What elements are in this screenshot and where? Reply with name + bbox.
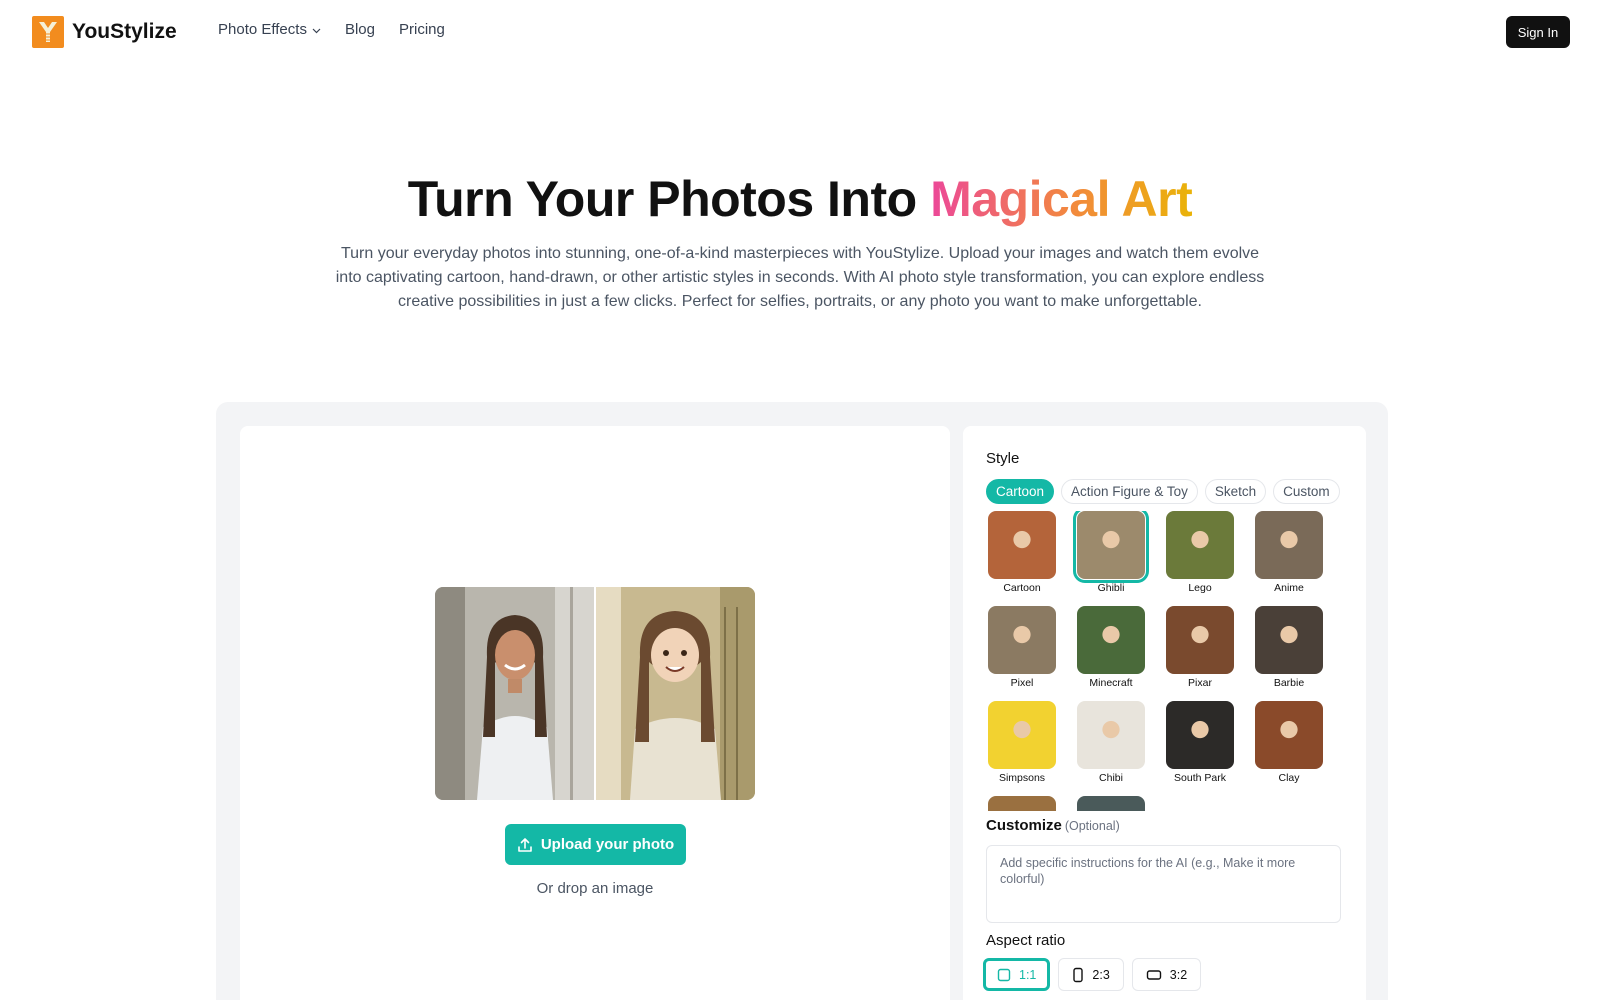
style-thumbnail [1166,701,1234,769]
style-option-cartoon[interactable]: Cartoon [986,511,1058,594]
nav-photo-effects-label: Photo Effects [218,21,307,38]
example-preview-image [435,587,755,800]
style-thumbnail [988,606,1056,674]
hero-title-accent: Magical Art [930,171,1193,227]
square-icon [997,968,1011,981]
style-label: Style [986,450,1020,467]
style-thumbnail [1255,606,1323,674]
upload-photo-label: Upload your photo [540,836,675,853]
nav-pricing[interactable]: Pricing [399,21,445,38]
hero-subtitle: Turn your everyday photos into stunning,… [335,245,1265,310]
ratio-2-3-label: 2:3 [1092,967,1110,982]
style-option-minecraft[interactable]: Minecraft [1075,606,1147,689]
portrait-icon [1073,967,1084,982]
style-option-barbie[interactable]: Barbie [1253,606,1325,689]
custom-instructions-input[interactable] [986,845,1341,923]
style-thumbnail [1166,606,1234,674]
style-option-label: Chibi [1099,772,1123,784]
hero-title-main: Turn Your Photos Into [407,171,931,227]
optional-hint: (Optional) [1064,819,1120,833]
style-thumbnail [988,796,1056,811]
style-thumbnail [1077,796,1145,811]
style-option-pixar[interactable]: Pixar [1164,606,1236,689]
style-option-label: Barbie [1273,677,1305,689]
brand-name: YouStylize [72,20,177,43]
aspect-ratio-options: 1:1 2:3 3:2 [983,958,1202,991]
ratio-1-1-label: 1:1 [1019,967,1037,982]
style-option-label: South Park [1174,772,1226,784]
style-option-ghibli[interactable]: Ghibli [1073,511,1149,594]
ratio-3-2-label: 3:2 [1169,967,1188,982]
style-thumbnail [1255,511,1323,579]
nav-links: Photo Effects Blog Pricing [218,21,445,38]
style-thumbnail [1077,606,1145,674]
style-option-simpsons[interactable]: Simpsons [986,701,1058,784]
style-option-label: Lego [1188,582,1212,594]
top-nav: YouStylize Photo Effects Blog Pricing Si… [0,0,1600,64]
ratio-1-1-button[interactable]: 1:1 [983,958,1051,991]
style-category-tabs: Cartoon Action Figure & Toy Sketch Custo… [986,479,1340,504]
style-thumbnail [1073,511,1149,583]
ratio-3-2-button[interactable]: 3:2 [1131,958,1202,991]
customize-title: Customize [986,817,1062,834]
style-option-label: Minecraft [1089,677,1133,689]
upload-photo-button[interactable]: Upload your photo [505,824,686,865]
style-option-label: Pixel [1010,677,1034,689]
style-option-label: Ghibli [1097,582,1125,594]
tab-cartoon[interactable]: Cartoon [986,479,1055,504]
style-thumbnail [988,511,1056,579]
customize-label: Customize (Optional) [986,817,1120,834]
nav-blog[interactable]: Blog [345,21,375,38]
style-option-label: Pixar [1188,677,1212,689]
brand-logo[interactable]: YouStylize [32,16,177,48]
style-option-label: Clay [1278,772,1300,784]
nav-photo-effects[interactable]: Photo Effects [218,21,321,38]
aspect-ratio-label: Aspect ratio [986,932,1066,949]
logo-mark-icon [32,16,64,48]
style-grid: Cartoon Ghibli Lego Anime Pixel Minecraft Pixa… [986,511,1346,811]
style-option-label: Anime [1274,582,1304,594]
tab-action-figure-toy[interactable]: Action Figure & Toy [1061,479,1198,504]
style-option-label: Simpsons [998,772,1046,784]
style-option-more-13[interactable] [1075,796,1147,811]
style-option-label: Cartoon [1003,582,1041,594]
style-thumbnail [1077,701,1145,769]
style-thumbnail [988,701,1056,769]
sign-in-button[interactable]: Sign In [1506,16,1570,48]
style-option-more-12[interactable] [986,796,1058,811]
style-option-anime[interactable]: Anime [1253,511,1325,594]
tab-sketch[interactable]: Sketch [1204,479,1267,504]
drop-hint: Or drop an image [536,880,654,897]
upload-icon [518,837,532,852]
style-option-lego[interactable]: Lego [1164,511,1236,594]
style-option-clay[interactable]: Clay [1253,701,1325,784]
ratio-2-3-button[interactable]: 2:3 [1058,958,1124,991]
style-thumbnail [1255,701,1323,769]
chevron-down-icon [312,21,321,38]
tab-custom[interactable]: Custom [1273,479,1340,504]
landscape-icon [1146,969,1161,980]
style-thumbnail [1166,511,1234,579]
style-option-pixel[interactable]: Pixel [986,606,1058,689]
hero-title: Turn Your Photos Into Magical Art [0,170,1600,228]
before-after-illustration [435,587,755,800]
style-option-south-park[interactable]: South Park [1164,701,1236,784]
style-option-chibi[interactable]: Chibi [1075,701,1147,784]
